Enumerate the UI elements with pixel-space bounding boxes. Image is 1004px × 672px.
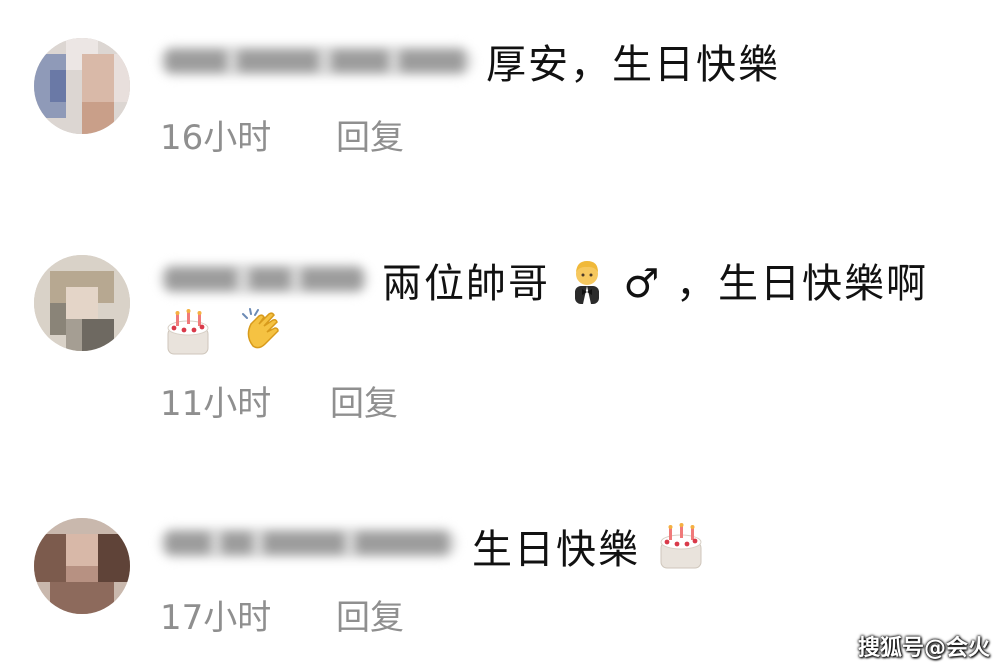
comment-text-part2: ♂ ，生日快樂啊 xyxy=(623,261,929,307)
comment-time: 11小时 xyxy=(160,384,272,424)
birthday-cake-icon xyxy=(162,306,214,370)
avatar-pixelated-image xyxy=(34,38,130,134)
avatar[interactable] xyxy=(34,255,130,351)
avatar[interactable] xyxy=(34,38,130,134)
avatar-pixelated-image xyxy=(34,518,130,614)
reply-button[interactable]: 回复 xyxy=(330,384,398,424)
comment-time: 17小时 xyxy=(160,598,272,638)
comment-text: 厚安，生日快樂 xyxy=(486,42,780,88)
username-blurred[interactable] xyxy=(160,528,456,558)
comment-text: 兩位帥哥 ♂ ，生日快樂啊 xyxy=(382,256,928,316)
reply-button[interactable]: 回复 xyxy=(336,598,404,638)
reply-button[interactable]: 回复 xyxy=(336,118,404,158)
person-in-tuxedo-icon xyxy=(565,256,609,316)
clapping-hands-icon xyxy=(239,306,291,370)
comment-emoji-line xyxy=(162,306,291,370)
avatar[interactable] xyxy=(34,518,130,614)
username-blurred[interactable] xyxy=(160,264,368,294)
comment-text: 生日快樂 xyxy=(472,520,707,584)
comment-text-body: 生日快樂 xyxy=(472,527,640,573)
username-blurred[interactable] xyxy=(160,46,472,76)
comment-time: 16小时 xyxy=(160,118,272,158)
avatar-pixelated-image xyxy=(34,255,130,351)
watermark: 搜狐号@会火 xyxy=(857,636,990,661)
comment-text-part1: 兩位帥哥 xyxy=(382,261,550,307)
birthday-cake-icon xyxy=(655,520,707,584)
